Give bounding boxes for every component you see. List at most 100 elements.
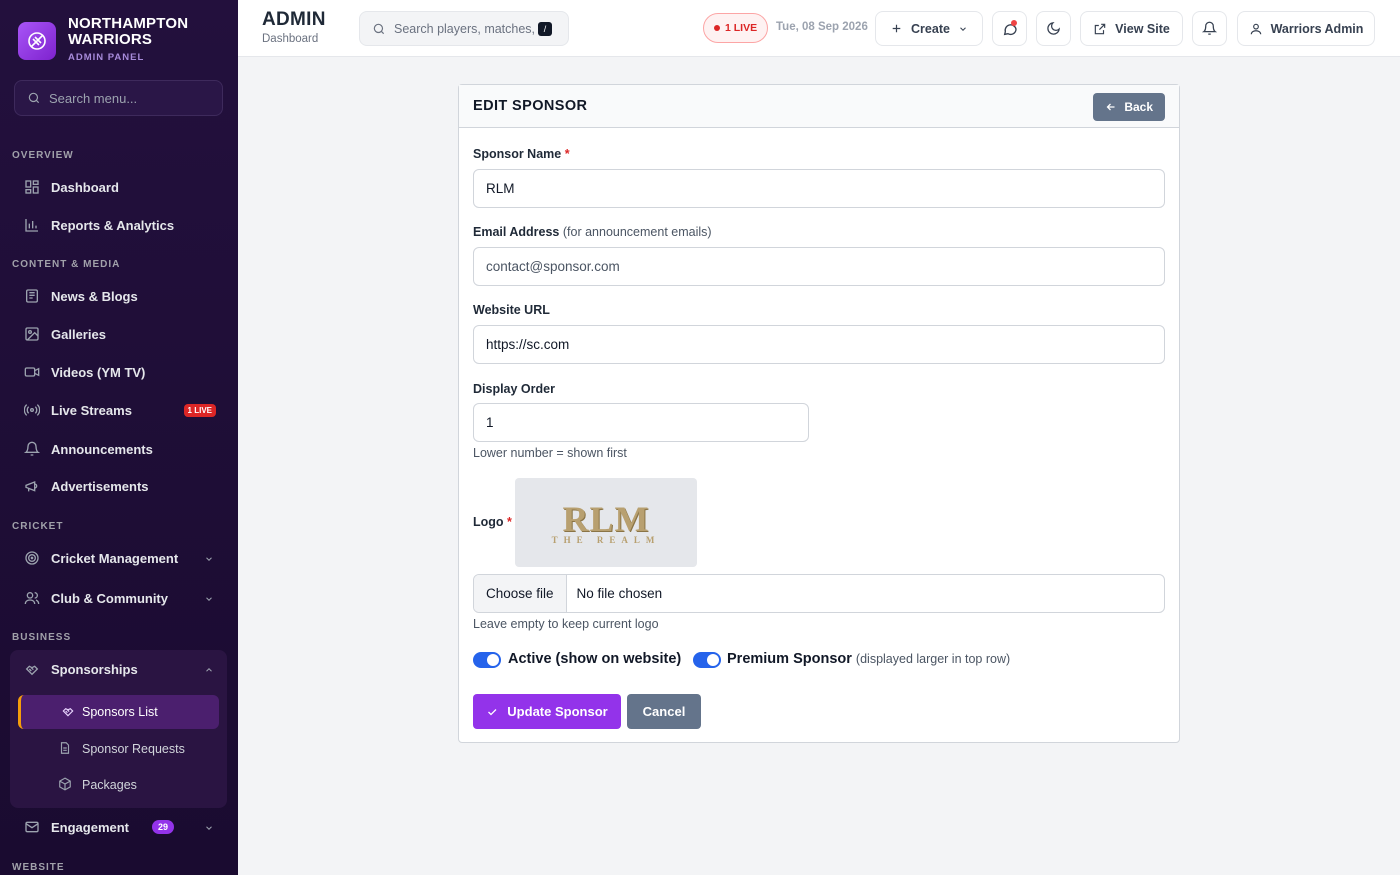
sidebar-item-live-streams[interactable]: Live Streams 1 LIVE <box>12 393 226 427</box>
sidebar-item-label: Advertisements <box>51 478 149 494</box>
topbar: ADMIN Dashboard / 1 LIVE Tue, 08 Sep 202… <box>238 0 1400 57</box>
sidebar-item-label: Videos (YM TV) <box>51 364 146 380</box>
sidebar-search-input[interactable] <box>49 90 219 106</box>
sidebar-item-galleries[interactable]: Galleries <box>12 317 226 351</box>
create-button[interactable]: Create <box>875 11 983 46</box>
image-icon <box>24 326 40 342</box>
user-name: Warriors Admin <box>1270 21 1364 36</box>
update-sponsor-label: Update Sponsor <box>507 704 608 719</box>
external-link-icon <box>1094 23 1106 34</box>
target-icon <box>24 550 40 566</box>
live-label: 1 LIVE <box>725 22 758 34</box>
sidebar-subitem-sponsors-list[interactable]: Sponsors List <box>18 695 219 729</box>
email-label: Email Address (for announcement emails) <box>473 225 712 239</box>
handshake-icon <box>24 661 40 677</box>
global-search: / <box>359 11 569 46</box>
file-status: No file chosen <box>576 586 663 601</box>
cancel-button[interactable]: Cancel <box>627 694 701 729</box>
sidebar-subitem-label: Sponsor Requests <box>82 742 185 756</box>
sidebar-subitem-label: Sponsors List <box>82 705 158 719</box>
search-icon <box>28 92 40 104</box>
sidebar-item-reports[interactable]: Reports & Analytics <box>12 208 226 242</box>
logo-file-input[interactable]: Choose file No file chosen <box>473 574 1165 613</box>
edit-sponsor-card: EDIT SPONSOR Back Sponsor Name * Email A… <box>458 84 1180 743</box>
chevron-down-icon <box>960 26 966 31</box>
sidebar-item-videos[interactable]: Videos (YM TV) <box>12 355 226 389</box>
email-input[interactable] <box>473 247 1165 286</box>
display-order-input[interactable] <box>473 403 809 442</box>
section-content: CONTENT & MEDIA <box>12 259 121 270</box>
mail-icon <box>24 819 40 835</box>
logo-help: Leave empty to keep current logo <box>473 617 659 631</box>
global-search-input[interactable] <box>394 21 538 36</box>
premium-toggle-label: Premium Sponsor (displayed larger in top… <box>727 651 1010 667</box>
sidebar-item-label: Club & Community <box>51 590 168 606</box>
logo-label-text: Logo <box>473 515 504 529</box>
sidebar-subitem-label: Packages <box>82 778 137 792</box>
current-date: Tue, 08 Sep 2026 <box>776 21 868 33</box>
user-menu-button[interactable]: Warriors Admin <box>1237 11 1375 46</box>
document-icon <box>58 741 72 758</box>
sidebar-subitem-sponsor-requests[interactable]: Sponsor Requests <box>18 732 219 766</box>
sponsor-name-input[interactable] <box>473 169 1165 208</box>
view-site-label: View Site <box>1115 21 1170 36</box>
website-label: Website URL <box>473 303 550 317</box>
video-icon <box>24 364 40 380</box>
engagement-count-badge: 29 <box>151 820 174 834</box>
sidebar-item-label: Engagement <box>51 819 130 835</box>
theme-toggle-button[interactable] <box>1036 11 1071 46</box>
sidebar-item-label: News & Blogs <box>51 288 138 304</box>
live-indicator[interactable]: 1 LIVE <box>703 13 769 43</box>
handshake-icon <box>61 704 75 721</box>
premium-toggle[interactable] <box>693 652 721 668</box>
megaphone-icon <box>24 478 40 494</box>
brand-name-line2: WARRIORS <box>68 31 153 48</box>
active-toggle[interactable] <box>473 652 501 668</box>
website-input[interactable] <box>473 325 1165 364</box>
section-business: BUSINESS <box>12 632 72 643</box>
chevron-down-icon <box>204 592 214 607</box>
sidebar-item-advertisements[interactable]: Advertisements <box>12 469 226 503</box>
sponsor-name-label-text: Sponsor Name <box>473 147 562 161</box>
active-toggle-label: Active (show on website) <box>508 651 682 667</box>
sidebar-item-announcements[interactable]: Announcements <box>12 432 226 466</box>
sidebar-subitem-packages[interactable]: Packages <box>18 768 219 802</box>
view-site-button[interactable]: View Site <box>1080 11 1183 46</box>
premium-label-text: Premium Sponsor <box>727 651 852 667</box>
bell-icon <box>1202 21 1217 35</box>
sidebar-item-sponsorships[interactable]: Sponsorships <box>12 652 226 686</box>
page-title: ADMIN <box>262 9 326 30</box>
display-order-help: Lower number = shown first <box>473 446 627 460</box>
card-title: EDIT SPONSOR <box>473 98 588 114</box>
arrow-left-icon <box>1106 103 1115 111</box>
brand-name-line1: NORTHAMPTON <box>68 15 189 32</box>
sidebar-item-engagement[interactable]: Engagement 29 <box>12 810 226 844</box>
premium-hint: (displayed larger in top row) <box>855 652 1011 666</box>
back-label: Back <box>1124 100 1153 114</box>
plus-icon <box>892 24 901 33</box>
breadcrumb[interactable]: Dashboard <box>262 33 326 45</box>
sidebar-item-label: Dashboard <box>51 179 119 195</box>
current-logo-preview: RLM THE REALM <box>515 478 697 567</box>
search-icon <box>373 23 385 34</box>
notifications-button[interactable] <box>1192 11 1227 46</box>
sidebar-item-dashboard[interactable]: Dashboard <box>12 170 226 204</box>
sidebar-item-club-community[interactable]: Club & Community <box>12 581 226 615</box>
back-button[interactable]: Back <box>1093 93 1165 121</box>
chevron-down-icon <box>204 821 214 836</box>
logo-tagline: THE REALM <box>551 534 661 545</box>
brand[interactable]: NORTHAMPTON WARRIORS ADMIN PANEL <box>0 0 238 70</box>
section-cricket: CRICKET <box>12 521 64 532</box>
card-header: EDIT SPONSOR Back <box>459 85 1179 128</box>
shortcut-key: / <box>538 21 552 36</box>
messages-button[interactable] <box>992 11 1027 46</box>
sidebar-item-label: Live Streams <box>51 402 132 418</box>
grid-icon <box>24 179 40 195</box>
sidebar: NORTHAMPTON WARRIORS ADMIN PANEL OVERVIE… <box>0 0 238 875</box>
bell-icon <box>24 441 40 457</box>
update-sponsor-button[interactable]: Update Sponsor <box>473 694 621 729</box>
choose-file-button[interactable]: Choose file <box>474 575 567 612</box>
sidebar-item-news[interactable]: News & Blogs <box>12 279 226 313</box>
sidebar-item-cricket-management[interactable]: Cricket Management <box>12 541 226 575</box>
email-hint: (for announcement emails) <box>562 225 712 239</box>
